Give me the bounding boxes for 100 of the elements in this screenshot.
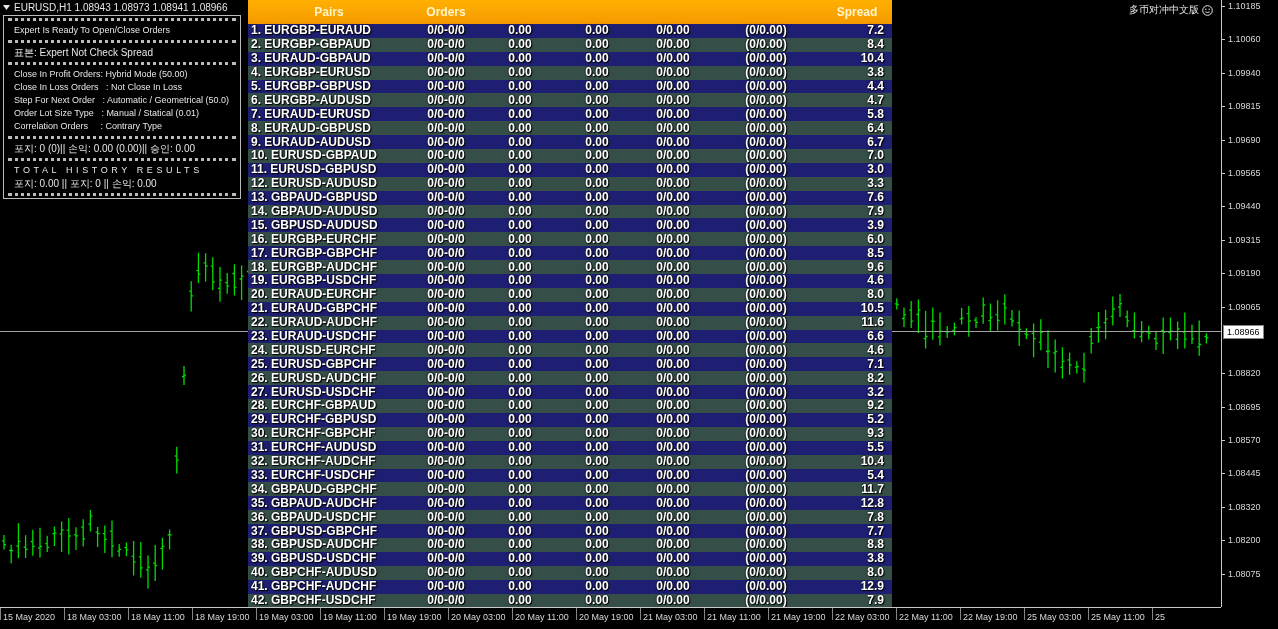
table-cell: 0/0.00 — [656, 38, 690, 52]
table-cell: (0/0.00) — [745, 371, 787, 385]
dropdown-icon[interactable] — [3, 5, 10, 10]
table-cell: 0.00 — [508, 66, 532, 80]
panel-heading: TOTAL HISTORY RESULTS — [14, 165, 204, 176]
table-cell: (0/0.00) — [745, 524, 787, 538]
price-label: 1.10185 — [1228, 1, 1261, 12]
table-cell-text: 39. GBPUSD-USDCHF — [250, 552, 377, 566]
table-cell: (0/0.00) — [745, 343, 787, 357]
table-cell: 0/0.00 — [656, 121, 690, 135]
time-label: 18 May 11:00 — [128, 608, 192, 621]
table-cell: 0.00 — [585, 455, 609, 469]
table-cell: 0/0-0/0 — [427, 246, 465, 260]
table-cell: 0/0.00 — [656, 288, 690, 302]
table-cell-text: 40. GBPCHF-AUDUSD — [250, 566, 377, 580]
price-label: 1.08200 — [1228, 535, 1261, 547]
table-cell: 0/0.00 — [656, 177, 690, 191]
table-cell: 0/0-0/0 — [427, 316, 465, 330]
table-cell: (0/0.00) — [745, 205, 787, 218]
table-cell: 0.00 — [585, 524, 609, 538]
table-cell-text: 6. EURGBP-AUDUSD — [250, 93, 371, 107]
table-cell: (0/0.00) — [745, 302, 787, 316]
table-cell: 0.00 — [508, 413, 532, 427]
table-cell: (0/0.00) — [745, 24, 787, 38]
table-cell: 0.00 — [508, 107, 532, 121]
table-cell-text: 7.9 — [867, 205, 885, 218]
table-cell: 0/0.00 — [656, 107, 690, 121]
table-cell: 0.00 — [508, 24, 532, 38]
time-label: 18 May 03:00 — [64, 608, 128, 621]
table-cell: (0/0.00) — [745, 52, 787, 66]
table-cell-text: 6.7 — [867, 135, 885, 149]
table-cell: 0.00 — [585, 232, 609, 246]
table-cell: 0.00 — [508, 330, 532, 344]
current-price-label: 1.08966 — [1223, 325, 1264, 339]
table-cell: 0.00 — [585, 552, 609, 566]
table-cell: 0.00 — [585, 218, 609, 232]
table-cell: 0.00 — [585, 93, 609, 107]
table-cell: 0/0-0/0 — [427, 149, 465, 163]
table-cell: 0/0.00 — [656, 510, 690, 524]
table-cell: 0/0-0/0 — [427, 121, 465, 135]
table-cell: 0/0.00 — [656, 524, 690, 538]
table-cell: 0/0-0/0 — [427, 177, 465, 191]
table-cell: 0/0-0/0 — [427, 413, 465, 427]
table-cell: (0/0.00) — [745, 357, 787, 371]
table-cell: 0.00 — [508, 149, 532, 163]
table-cell-text: 5. EURGBP-GBPUSD — [250, 80, 372, 93]
table-cell: 0/0-0/0 — [427, 205, 465, 218]
table-cell: 0/0.00 — [656, 552, 690, 566]
table-cell: 0.00 — [508, 205, 532, 218]
table-cell: (0/0.00) — [745, 107, 787, 121]
price-label: 1.08445 — [1228, 468, 1261, 480]
table-cell: 0.00 — [508, 566, 532, 580]
table-cell: 0/0-0/0 — [427, 427, 465, 441]
table-cell-text: 4.6 — [867, 274, 885, 288]
table-cell: (0/0.00) — [745, 482, 787, 496]
price-label: 1.09315 — [1228, 234, 1261, 246]
table-cell: 0/0.00 — [656, 399, 690, 413]
time-label: 19 May 03:00 — [256, 608, 320, 621]
table-cell: 0.00 — [508, 399, 532, 413]
table-cell-text: 27. EURUSD-USDCHF — [250, 385, 376, 399]
table-cell: 0.00 — [585, 149, 609, 163]
table-cell: 0/0-0/0 — [427, 66, 465, 80]
table-cell: (0/0.00) — [745, 288, 787, 302]
table-cell-text: 9. EURAUD-AUDUSD — [250, 135, 371, 149]
table-cell-text: 12.9 — [860, 580, 885, 594]
table-cell: 0/0.00 — [656, 205, 690, 218]
table-cell: 0.00 — [508, 593, 532, 607]
table-cell: 0/0.00 — [656, 149, 690, 163]
table-cell: 0.00 — [585, 205, 609, 218]
table-cell-text: 5.4 — [867, 468, 885, 482]
table-cell-text: 29. EURCHF-GBPUSD — [250, 413, 377, 427]
table-cell: 0.00 — [585, 566, 609, 580]
table-cell-text: 36. GBPAUD-USDCHF — [250, 510, 377, 524]
table-cell: 0/0-0/0 — [427, 260, 465, 274]
table-cell: (0/0.00) — [745, 260, 787, 274]
table-cell: 0/0.00 — [656, 191, 690, 205]
table-cell-text: 8.4 — [867, 38, 885, 52]
table-cell: (0/0.00) — [745, 510, 787, 524]
table-cell: 0/0-0/0 — [427, 385, 465, 399]
panel-text: Expert Is Ready To Open/Close Orders — [14, 25, 171, 36]
table-cell-text: 3.8 — [867, 66, 885, 80]
table-cell-text: 3.3 — [867, 177, 885, 191]
table-cell: 0.00 — [508, 538, 532, 552]
table-cell: 0.00 — [585, 496, 609, 510]
panel-text: Close In Loss Orders : Not Close In Loss — [14, 82, 184, 93]
table-cell: 0.00 — [508, 274, 532, 288]
table-cell: (0/0.00) — [745, 455, 787, 469]
table-cell: 0/0-0/0 — [427, 80, 465, 93]
table-cell: 0.00 — [585, 274, 609, 288]
price-label: 1.09190 — [1228, 268, 1261, 280]
table-cell: 0/0-0/0 — [427, 330, 465, 344]
table-cell: 0/0-0/0 — [427, 496, 465, 510]
table-cell: 0.00 — [585, 163, 609, 177]
time-label: 20 May 11:00 — [512, 608, 576, 621]
table-cell: 0.00 — [585, 288, 609, 302]
table-cell: (0/0.00) — [745, 135, 787, 149]
table-cell: (0/0.00) — [745, 80, 787, 93]
table-cell-text: 8.2 — [867, 371, 885, 385]
table-cell: 0/0.00 — [656, 385, 690, 399]
table-cell: 0/0-0/0 — [427, 455, 465, 469]
